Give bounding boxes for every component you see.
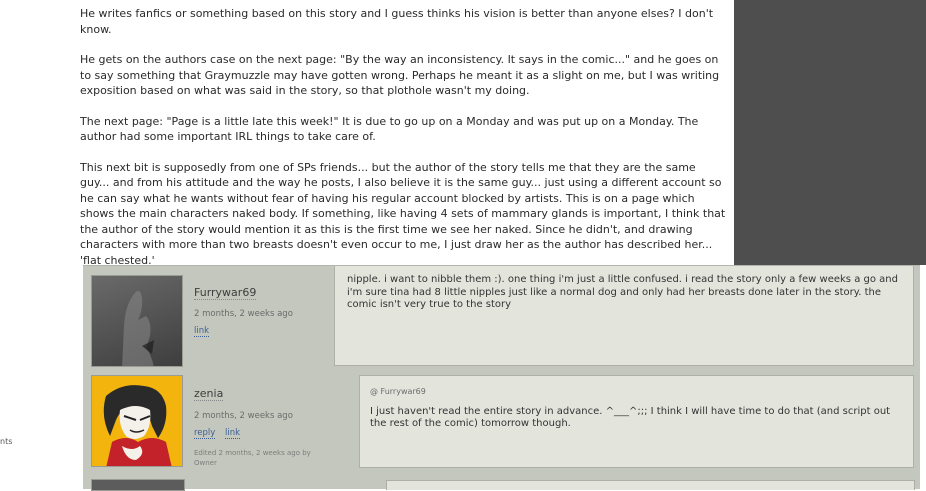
avatar[interactable] (91, 275, 183, 367)
comment-username[interactable]: zenia (194, 387, 224, 401)
comment-timestamp: 2 months, 2 weeks ago (194, 309, 293, 319)
paragraph: The next page: "Page is a little late th… (80, 114, 699, 144)
comment-bubble: @ Furrywar69 I just haven't read the ent… (359, 375, 914, 468)
paragraph: This next bit is supposedly from one of … (80, 160, 726, 267)
comment-text: nipple. i want to nibble them :). one th… (347, 274, 898, 310)
comment-reply-link[interactable]: reply (194, 428, 216, 439)
user-avatar-icon (92, 376, 182, 466)
reply-to-label: @ Furrywar69 (370, 387, 426, 396)
comment-text: I just haven't read the entire story in … (370, 405, 891, 430)
default-avatar-icon (122, 290, 154, 366)
paragraph: He writes fanfics or something based on … (80, 7, 714, 36)
right-panel (734, 0, 926, 265)
paragraph: He gets on the authors case on the next … (80, 53, 720, 97)
comment-permalink[interactable]: link (225, 428, 241, 439)
sidebar-fragment: nts (0, 437, 13, 446)
comment-edited-note: Edited 2 months, 2 weeks ago by Owner (194, 449, 311, 467)
comment-username[interactable]: Furrywar69 (194, 286, 257, 300)
comment-bubble: nipple. i want to nibble them :). one th… (334, 266, 914, 366)
avatar[interactable] (91, 375, 183, 467)
comment-bubble (386, 480, 915, 490)
journal-text: He writes fanfics or something based on … (80, 6, 728, 283)
comments-section: Furrywar69 2 months, 2 weeks ago link ni… (83, 265, 920, 491)
avatar[interactable] (91, 479, 185, 491)
comment-timestamp: 2 months, 2 weeks ago (194, 411, 293, 421)
comment-permalink[interactable]: link (194, 326, 210, 337)
